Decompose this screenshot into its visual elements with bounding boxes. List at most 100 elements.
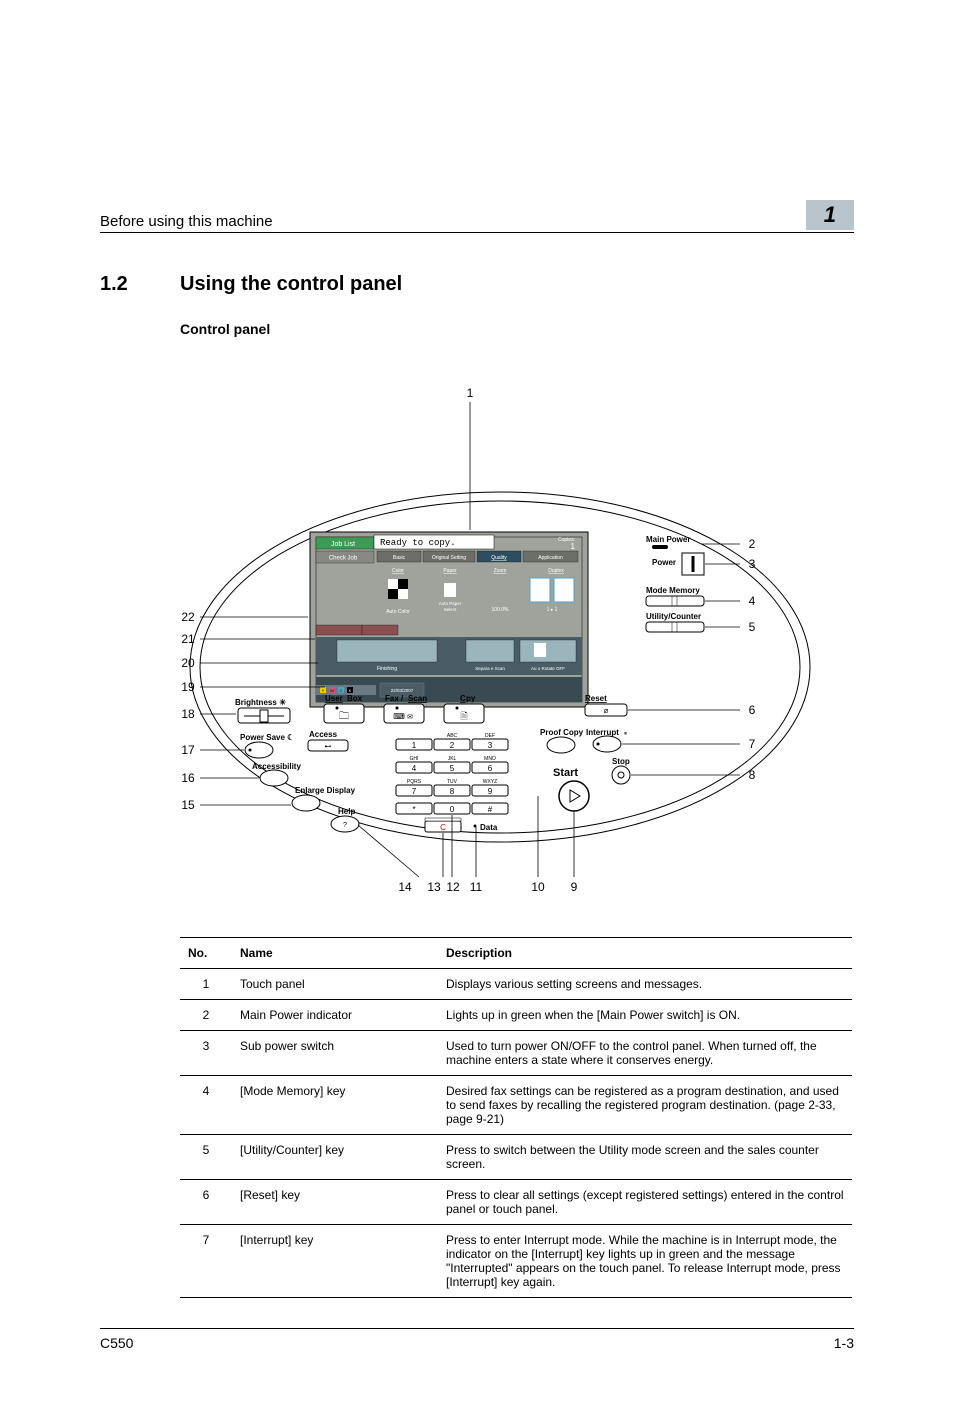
svg-text:8: 8 <box>749 768 756 782</box>
svg-text:DEF: DEF <box>485 733 495 739</box>
page: Before using this machine 1 1.2 Using th… <box>0 0 954 1411</box>
enlarge-display-button[interactable] <box>292 795 320 811</box>
svg-text:9: 9 <box>571 880 578 894</box>
svg-text:Duplex: Duplex <box>548 568 564 574</box>
svg-text:12: 12 <box>446 880 460 894</box>
cell-desc: Press to clear all settings (except regi… <box>438 1180 852 1225</box>
svg-text:22: 22 <box>181 610 195 624</box>
svg-text:17: 17 <box>181 743 195 757</box>
proof-copy-button[interactable] <box>547 737 575 753</box>
cell-no: 7 <box>180 1225 232 1298</box>
svg-text:0: 0 <box>450 805 455 814</box>
svg-text:Separa e Scan: Separa e Scan <box>475 666 505 671</box>
col-no: No. <box>180 938 232 969</box>
svg-text:13: 13 <box>427 880 441 894</box>
section-title: 1.2 Using the control panel <box>100 273 854 296</box>
cell-desc: Used to turn power ON/OFF to the control… <box>438 1031 852 1076</box>
reset-label: Reset <box>585 694 607 703</box>
utility-counter-button[interactable] <box>646 622 704 632</box>
svg-text:🗎: 🗎 <box>460 711 467 721</box>
accessibility-button[interactable] <box>260 770 288 786</box>
svg-text:Scan: Scan <box>408 694 427 703</box>
page-footer: C550 1-3 <box>100 1328 854 1351</box>
table-row: 1Touch panelDisplays various setting scr… <box>180 969 852 1000</box>
table-row: 4[Mode Memory] keyDesired fax settings c… <box>180 1076 852 1135</box>
user-box-label: User <box>325 694 343 703</box>
svg-text:?: ? <box>343 822 347 829</box>
svg-text:🗀: 🗀 <box>339 711 349 722</box>
screen-ready: Ready to copy. <box>380 538 456 548</box>
stop-label: Stop <box>612 757 630 766</box>
svg-text:M: M <box>330 688 333 693</box>
svg-text:100.0%: 100.0% <box>492 607 510 613</box>
col-desc: Description <box>438 938 852 969</box>
cell-no: 1 <box>180 969 232 1000</box>
svg-text:19: 19 <box>181 680 195 694</box>
cell-desc: Displays various setting screens and mes… <box>438 969 852 1000</box>
svg-text:⏸: ⏸ <box>624 731 627 737</box>
cell-no: 4 <box>180 1076 232 1135</box>
table-row: 7[Interrupt] keyPress to enter Interrupt… <box>180 1225 852 1298</box>
main-power-indicator <box>652 545 668 549</box>
svg-text:Basic: Basic <box>393 555 406 561</box>
svg-text:*: * <box>412 805 415 814</box>
running-head-text: Before using this machine <box>100 213 273 230</box>
cell-name: Sub power switch <box>232 1031 438 1076</box>
interrupt-label: Interrupt <box>586 728 619 737</box>
power-save-label: Power Save ☾ <box>240 733 294 742</box>
col-name: Name <box>232 938 438 969</box>
mode-memory-label: Mode Memory <box>646 586 700 595</box>
cell-no: 3 <box>180 1031 232 1076</box>
svg-text:Box: Box <box>347 694 363 703</box>
mode-memory-button[interactable] <box>646 596 704 606</box>
table-row: 5[Utility/Counter] keyPress to switch be… <box>180 1135 852 1180</box>
data-label: Data <box>480 823 498 832</box>
utility-counter-label: Utility/Counter <box>646 612 701 621</box>
svg-text:16: 16 <box>181 771 195 785</box>
chapter-number-badge: 1 <box>806 200 854 230</box>
svg-text:5: 5 <box>450 764 455 773</box>
cell-name: Touch panel <box>232 969 438 1000</box>
svg-text:✉: ✉ <box>407 714 413 721</box>
svg-text:Quality: Quality <box>491 555 507 561</box>
svg-text:15: 15 <box>181 798 195 812</box>
svg-text:21: 21 <box>181 632 195 646</box>
enlarge-display-label: Enlarge Display <box>295 786 356 795</box>
cell-no: 6 <box>180 1180 232 1225</box>
svg-text:PQRS: PQRS <box>407 779 422 785</box>
svg-text:18: 18 <box>181 707 195 721</box>
footer-left: C550 <box>100 1335 133 1351</box>
svg-text:Color: Color <box>392 568 404 574</box>
help-label: Help <box>338 807 355 816</box>
start-label: Start <box>553 767 578 779</box>
svg-text:K: K <box>349 688 352 693</box>
svg-text:⌀: ⌀ <box>604 706 609 715</box>
access-label: Access <box>309 730 338 739</box>
svg-text:14: 14 <box>398 880 412 894</box>
svg-text:C: C <box>440 823 446 832</box>
section-subheading: Control panel <box>180 321 854 337</box>
svg-text:C: C <box>340 688 343 693</box>
svg-text:3: 3 <box>488 741 493 750</box>
cell-no: 5 <box>180 1135 232 1180</box>
svg-text:7: 7 <box>749 737 756 751</box>
svg-text:#: # <box>488 805 493 814</box>
table-row: 3Sub power switchUsed to turn power ON/O… <box>180 1031 852 1076</box>
proof-copy-label: Proof Copy <box>540 728 584 737</box>
svg-text:Application: Application <box>538 555 563 561</box>
cell-name: [Mode Memory] key <box>232 1076 438 1135</box>
stop-button[interactable] <box>612 766 630 784</box>
fax-scan-label: Fax / <box>385 694 404 703</box>
svg-text:Select: Select <box>444 607 457 612</box>
svg-text:Original Setting: Original Setting <box>432 555 466 561</box>
svg-text:Finishing: Finishing <box>377 666 397 672</box>
svg-text:1 ▸ 1: 1 ▸ 1 <box>547 607 558 613</box>
svg-text:MNO: MNO <box>484 756 496 762</box>
running-header: Before using this machine 1 <box>100 200 854 233</box>
svg-text:⌨: ⌨ <box>393 712 405 721</box>
cell-name: [Interrupt] key <box>232 1225 438 1298</box>
svg-text:6: 6 <box>488 764 493 773</box>
svg-text:4: 4 <box>412 764 417 773</box>
svg-text:1: 1 <box>412 741 417 750</box>
start-button[interactable] <box>559 781 589 811</box>
